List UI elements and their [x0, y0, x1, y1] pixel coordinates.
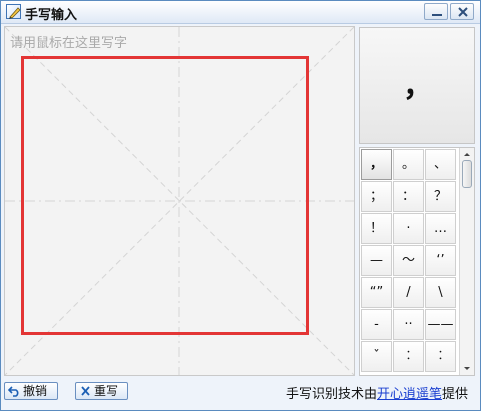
symbol-cell[interactable]: \: [425, 277, 456, 308]
symbol-cell[interactable]: “”: [361, 277, 392, 308]
symbol-grid: ， 。 、 ； ： ？ ！ · … — ～ ‘’ “” / \ - ·· —— …: [359, 147, 475, 376]
candidate-preview[interactable]: ，: [359, 27, 475, 144]
symbol-cell[interactable]: 。: [393, 149, 424, 180]
bottom-toolbar: 撤销 重写 手写识别技术由开心逍遥笔提供: [1, 379, 480, 410]
symbol-cell[interactable]: ·: [393, 213, 424, 244]
close-button[interactable]: [450, 3, 474, 20]
undo-label: 撤销: [23, 384, 48, 398]
minimize-button[interactable]: [424, 3, 448, 20]
writing-canvas[interactable]: 请用鼠标在这里写字: [4, 26, 355, 376]
symbol-cell[interactable]: …: [425, 213, 456, 244]
pen-icon: [6, 4, 21, 19]
credit-text: 手写识别技术由开心逍遥笔提供: [286, 383, 468, 402]
undo-button[interactable]: 撤销: [4, 382, 58, 400]
credit-prefix: 手写识别技术由: [286, 387, 378, 402]
chevron-down-icon: [464, 367, 470, 370]
rewrite-button[interactable]: 重写: [75, 382, 128, 400]
symbol-cell[interactable]: ˇ: [361, 341, 392, 372]
symbol-cell[interactable]: ：: [393, 181, 424, 212]
symbol-cell[interactable]: ；: [361, 181, 392, 212]
handwriting-window: 手写输入 请用鼠标在这里写字 ， ， 。 、 ； ： ？ ！ · … — ～ ‘…: [0, 0, 481, 411]
symbol-cell[interactable]: —: [361, 245, 392, 276]
symbol-cell[interactable]: ‘’: [425, 245, 456, 276]
credit-suffix: 提供: [442, 387, 469, 402]
symbol-cell[interactable]: ？: [425, 181, 456, 212]
writing-frame: [21, 56, 309, 335]
scroll-thumb[interactable]: [462, 160, 472, 188]
preview-character: ，: [403, 69, 433, 104]
symbol-scrollbar[interactable]: [459, 148, 474, 375]
symbol-cell[interactable]: ︰: [393, 341, 424, 372]
undo-icon: [8, 386, 19, 397]
symbol-cell[interactable]: ！: [361, 213, 392, 244]
symbol-cell[interactable]: ，: [361, 149, 392, 180]
symbol-cell[interactable]: ︰: [425, 341, 456, 372]
symbol-cell[interactable]: /: [393, 277, 424, 308]
window-title: 手写输入: [25, 8, 78, 23]
title-bar[interactable]: 手写输入: [1, 1, 480, 24]
symbol-cell[interactable]: 、: [425, 149, 456, 180]
symbol-cell[interactable]: ——: [425, 309, 456, 340]
scroll-down-button[interactable]: [460, 362, 474, 375]
symbol-cell[interactable]: ··: [393, 309, 424, 340]
symbol-cell[interactable]: ～: [393, 245, 424, 276]
credit-link[interactable]: 开心逍遥笔: [377, 387, 442, 402]
canvas-guides: [5, 27, 354, 375]
clear-icon: [81, 386, 90, 396]
rewrite-label: 重写: [94, 384, 119, 398]
close-icon: [458, 7, 468, 17]
canvas-hint: 请用鼠标在这里写字: [10, 36, 128, 51]
symbol-cell[interactable]: -: [361, 309, 392, 340]
